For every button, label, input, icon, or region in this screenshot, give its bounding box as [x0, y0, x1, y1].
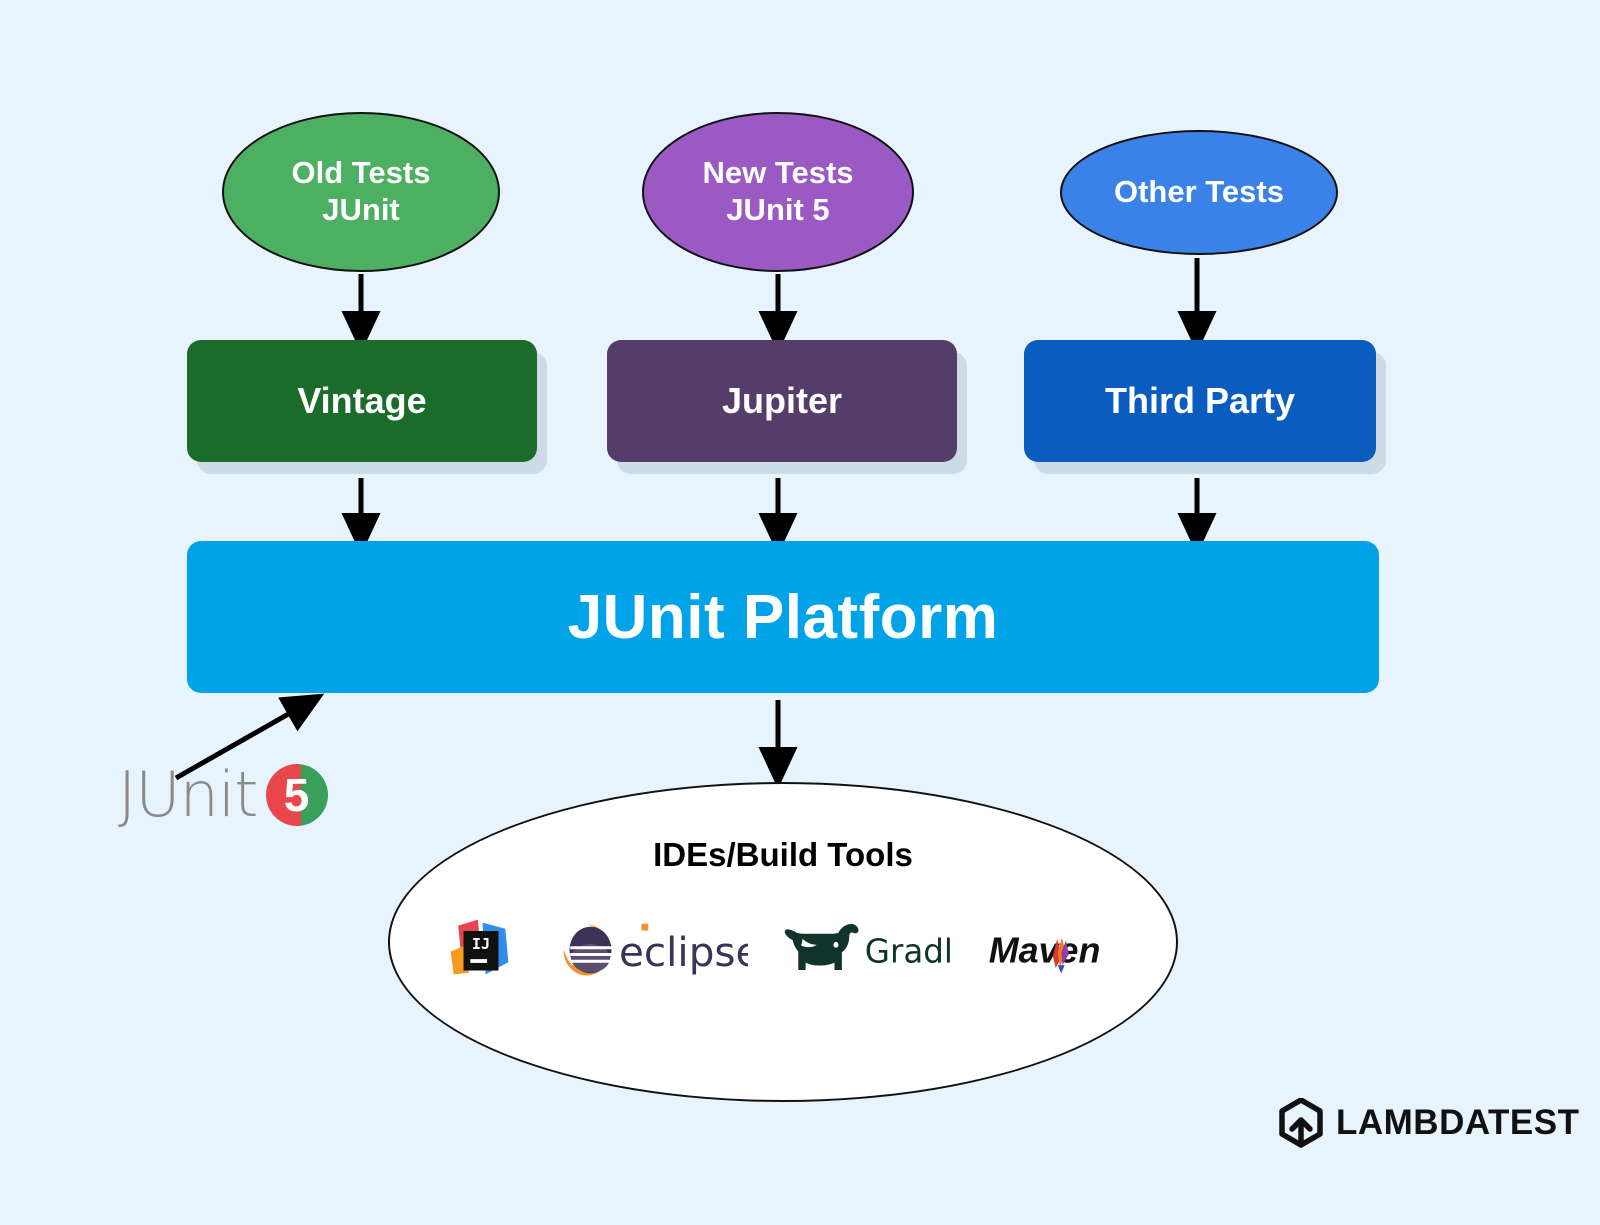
source-label-line1: Other Tests [1114, 174, 1284, 210]
source-ellipse-other-tests-text: Other Tests [1114, 174, 1284, 211]
source-label-line1: New Tests [702, 155, 854, 191]
diagram-canvas: Old Tests JUnit New Tests JUnit 5 Other … [0, 0, 1600, 1225]
source-ellipse-new-tests[interactable]: New Tests JUnit 5 [642, 112, 914, 272]
junit5-badge-number: 5 [283, 768, 310, 821]
engine-box-jupiter[interactable]: Jupiter [607, 340, 957, 462]
lambdatest-wordmark: LAMBDATEST [1336, 1103, 1580, 1142]
gradle-icon: Gradle [784, 924, 952, 971]
source-ellipse-new-tests-text: New Tests JUnit 5 [702, 155, 853, 228]
junit5-brand-logo: JUnit 5 [118, 758, 328, 831]
platform-label: JUnit Platform [567, 582, 999, 652]
engine-box-third-party[interactable]: Third Party [1024, 340, 1376, 462]
svg-text:Gradle: Gradle [864, 933, 951, 971]
junit-platform-bar[interactable]: JUnit Platform [187, 541, 1379, 693]
ides-build-tools-ellipse[interactable]: IDEs/Build Tools IJ eclipse Grad Maven [388, 782, 1178, 1102]
svg-text:IJ: IJ [471, 935, 489, 953]
svg-text:eclipse: eclipse [619, 928, 748, 976]
engine-label-vintage: Vintage [297, 380, 427, 421]
engine-box-vintage[interactable]: Vintage [187, 340, 537, 462]
tool-logo-intellij[interactable]: IJ [443, 912, 519, 988]
maven-icon: Maven [988, 930, 1100, 974]
junit5-version-badge-icon: 5 [265, 763, 328, 826]
tool-logo-gradle[interactable]: Gradle [782, 916, 952, 984]
source-ellipse-old-tests-text: Old Tests JUnit [292, 155, 431, 228]
source-label-line1: Old Tests [291, 155, 431, 191]
lambdatest-watermark-logo: LAMBDATEST [1278, 1098, 1580, 1148]
svg-text:Maven: Maven [988, 930, 1100, 970]
tool-logo-maven[interactable]: Maven [986, 920, 1124, 980]
eclipse-icon: eclipse [563, 923, 748, 976]
tool-logo-eclipse[interactable]: eclipse [553, 916, 748, 984]
source-label-line2: JUnit [322, 192, 400, 227]
engine-label-jupiter: Jupiter [721, 380, 843, 421]
lambdatest-hexagon-icon [1279, 1098, 1323, 1148]
source-label-line2: JUnit 5 [726, 192, 830, 227]
tool-logo-row: IJ eclipse Grad Maven [390, 912, 1176, 988]
ides-build-tools-title: IDEs/Build Tools [653, 836, 913, 873]
source-ellipse-other-tests[interactable]: Other Tests [1060, 130, 1338, 255]
junit5-wordmark: JUnit [118, 758, 258, 831]
source-ellipse-old-tests[interactable]: Old Tests JUnit [222, 112, 500, 272]
engine-label-third-party: Third Party [1104, 380, 1296, 421]
intellij-idea-icon: IJ [450, 919, 508, 975]
